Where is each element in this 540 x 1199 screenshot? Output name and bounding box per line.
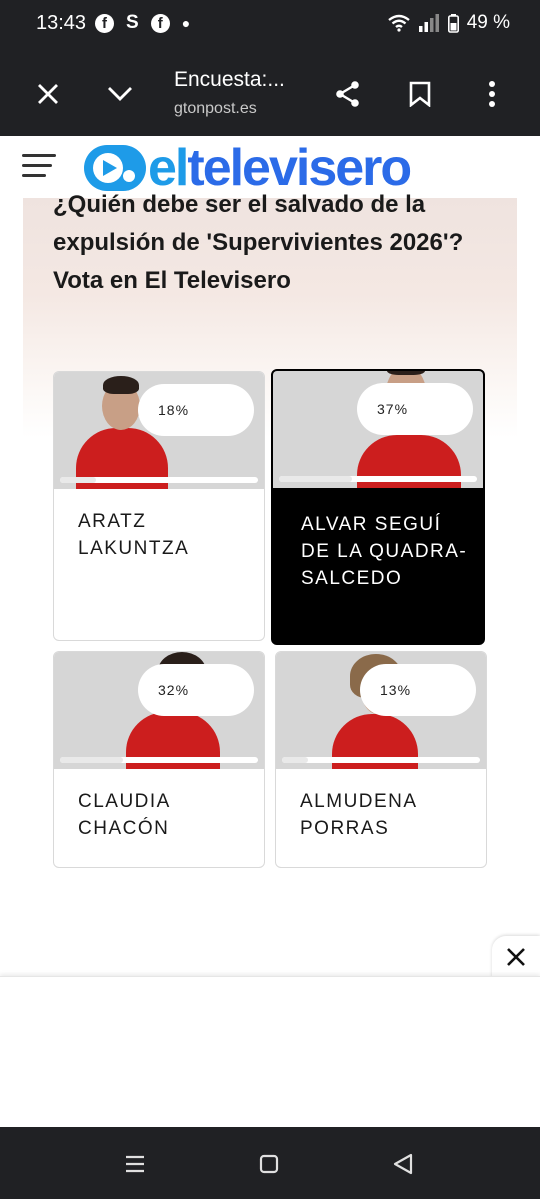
bookmark-button[interactable] [400, 74, 440, 114]
share-button[interactable] [328, 74, 368, 114]
menu-icon[interactable] [22, 152, 56, 178]
back-icon [393, 1153, 413, 1175]
s-app-icon: S [126, 12, 139, 33]
poll-option-alvar[interactable]: 37% ALVAR SEGUÍ DE LA QUADRA-SALCEDO [271, 369, 485, 645]
vote-percentage: 18% [138, 384, 254, 436]
progress-bar [60, 477, 258, 483]
play-logo-icon [84, 145, 146, 191]
article-headline: ¿Quién debe ser el salvado de la expulsi… [53, 191, 464, 294]
home-icon [259, 1154, 279, 1174]
battery-icon [447, 13, 459, 33]
candidate-name: ARATZ LAKUNTZA [78, 511, 190, 559]
vote-percentage: 13% [360, 664, 476, 716]
status-bar: 13:43 f S f ● 49 % [0, 0, 540, 50]
recents-icon [126, 1155, 144, 1173]
browser-toolbar: Encuesta:... gtonpost.es [0, 50, 540, 136]
more-options-button[interactable] [472, 74, 512, 114]
facebook-icon: f [150, 13, 170, 33]
status-time: 13:43 [36, 12, 87, 34]
poll-option-aratz[interactable]: 18% ARATZ LAKUNTZA [53, 371, 265, 641]
more-vert-icon [489, 81, 495, 107]
candidate-name: CLAUDIA CHACÓN [78, 791, 170, 839]
vote-percentage: 32% [138, 664, 254, 716]
close-icon [507, 948, 525, 966]
recent-apps-button[interactable] [122, 1151, 148, 1177]
dot-icon: ● [181, 15, 191, 31]
chevron-down-icon [108, 87, 132, 101]
close-icon [38, 84, 58, 104]
system-nav-bar [0, 1127, 540, 1199]
wifi-icon [387, 14, 410, 32]
vote-percentage: 37% [357, 383, 473, 435]
close-ad-button[interactable] [492, 936, 540, 978]
signal-icon [418, 14, 439, 32]
bookmark-icon [409, 81, 431, 107]
battery-level: 49 % [466, 12, 510, 33]
poll-option-claudia[interactable]: 32% CLAUDIA CHACÓN [53, 651, 265, 868]
back-button[interactable] [390, 1151, 416, 1177]
home-button[interactable] [256, 1151, 282, 1177]
ad-banner [0, 976, 540, 1128]
poll-option-almudena[interactable]: 13% ALMUDENA PORRAS [275, 651, 487, 868]
close-tab-button[interactable] [28, 74, 68, 114]
minimize-button[interactable] [100, 74, 140, 114]
share-icon [336, 81, 359, 107]
facebook-icon: f [95, 13, 114, 33]
system-icons: 49 % [387, 12, 510, 34]
page-url[interactable]: gtonpost.es [174, 100, 257, 118]
page-title[interactable]: Encuesta:... [174, 68, 285, 92]
progress-bar [282, 757, 480, 763]
progress-bar [279, 476, 477, 482]
candidate-name: ALVAR SEGUÍ DE LA QUADRA-SALCEDO [301, 514, 468, 589]
progress-bar [60, 757, 258, 763]
notification-icons: f S f ● [95, 12, 190, 34]
candidate-name: ALMUDENA PORRAS [300, 791, 417, 839]
